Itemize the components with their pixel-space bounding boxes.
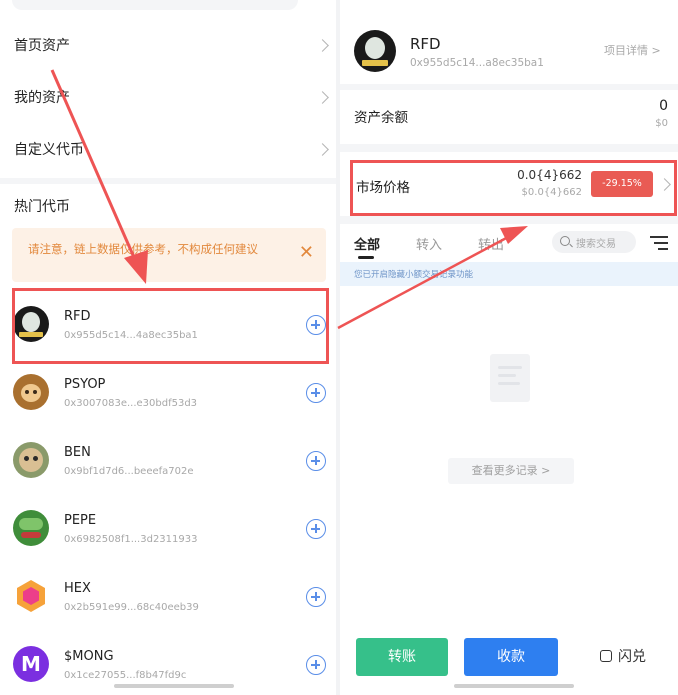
info-bar: 您已开启隐藏小额交易记录功能 xyxy=(340,262,678,286)
search-input[interactable]: 搜索交易 xyxy=(552,231,636,253)
token-address: 0x2b591e99...68c40eeb39 xyxy=(64,602,199,613)
section-divider xyxy=(340,216,678,224)
menu-item-label: 首页资产 xyxy=(14,38,70,54)
token-name: RFD xyxy=(410,35,441,53)
token-row-psyop[interactable]: PSYOP 0x3007083e...e30bdf53d3 xyxy=(0,360,338,426)
top-search-bar-edge xyxy=(12,0,298,10)
section-title: 热门代币 xyxy=(14,199,70,215)
token-name: HEX xyxy=(64,581,91,596)
chevron-right-icon xyxy=(316,143,329,156)
token-name: $MONG xyxy=(64,649,114,664)
menu-item-label: 我的资产 xyxy=(14,90,70,106)
tab-all[interactable]: 全部 xyxy=(354,234,380,253)
token-row-hex[interactable]: HEX 0x2b591e99...68c40eeb39 xyxy=(0,564,338,630)
transfer-button[interactable]: 转账 xyxy=(356,638,448,676)
highlight-box-market-price xyxy=(350,160,677,216)
flash-swap-label: 闪兑 xyxy=(618,649,646,665)
token-avatar: M xyxy=(13,646,49,682)
home-indicator xyxy=(454,684,574,688)
chevron-right-icon xyxy=(316,91,329,104)
add-token-plus-icon[interactable] xyxy=(306,519,326,539)
chevron-right-icon xyxy=(316,39,329,52)
menu-item-custom-token[interactable]: 自定义代币 xyxy=(0,123,338,175)
filter-icon[interactable] xyxy=(650,236,668,250)
right-panel: RFD 0x955d5c14...a8ec35ba1 项目详情 > 资产余额 0… xyxy=(340,0,678,695)
balance-value: 0 xyxy=(659,98,668,114)
token-row-ben[interactable]: BEN 0x9bf1d7d6...beeefa702e xyxy=(0,428,338,494)
section-divider xyxy=(340,144,678,152)
tab-out[interactable]: 转出 xyxy=(478,234,504,253)
close-icon[interactable]: ✕ xyxy=(299,244,314,262)
project-details-link[interactable]: 项目详情 > xyxy=(604,42,661,58)
tab-in[interactable]: 转入 xyxy=(416,234,442,253)
add-token-plus-icon[interactable] xyxy=(306,587,326,607)
highlight-box-token-row xyxy=(12,288,329,364)
search-placeholder: 搜索交易 xyxy=(576,239,616,250)
info-text: 您已开启隐藏小额交易记录功能 xyxy=(354,270,474,280)
token-name: PSYOP xyxy=(64,377,106,392)
notice-text: 请注意，链上数据仅供参考，不构成任何建议 xyxy=(28,242,258,256)
header-edge xyxy=(340,0,678,10)
token-avatar xyxy=(13,442,49,478)
token-name: BEN xyxy=(64,445,91,460)
flash-swap-button[interactable]: 闪兑 xyxy=(576,638,670,676)
menu-item-my-assets[interactable]: 我的资产 xyxy=(0,71,338,123)
token-address: 0x955d5c14...a8ec35ba1 xyxy=(410,57,544,69)
token-address: 0x9bf1d7d6...beeefa702e xyxy=(64,466,194,477)
menu-item-home-assets[interactable]: 首页资产 xyxy=(0,19,338,71)
receive-button[interactable]: 收款 xyxy=(464,638,558,676)
swap-icon xyxy=(600,650,612,662)
view-more-records-button[interactable]: 查看更多记录 > xyxy=(448,458,574,484)
balance-usd: $0 xyxy=(655,118,668,129)
add-token-plus-icon[interactable] xyxy=(306,451,326,471)
token-avatar xyxy=(13,510,49,546)
balance-label: 资产余额 xyxy=(354,110,408,126)
home-indicator xyxy=(114,684,234,688)
menu-item-label: 自定义代币 xyxy=(14,142,84,158)
add-token-plus-icon[interactable] xyxy=(306,383,326,403)
token-name: PEPE xyxy=(64,513,97,528)
token-address: 0x6982508f1...3d2311933 xyxy=(64,534,198,545)
section-divider xyxy=(0,178,338,184)
add-token-plus-icon[interactable] xyxy=(306,655,326,675)
token-address: 0x1ce27055...f8b47fd9c xyxy=(64,670,187,681)
notice-banner: 请注意，链上数据仅供参考，不构成任何建议 ✕ xyxy=(12,228,326,282)
search-icon xyxy=(560,236,570,246)
token-avatar xyxy=(13,578,49,614)
empty-document-icon xyxy=(490,354,530,402)
active-tab-underline xyxy=(358,256,374,259)
token-avatar xyxy=(354,30,396,72)
token-avatar xyxy=(13,374,49,410)
token-address: 0x3007083e...e30bdf53d3 xyxy=(64,398,198,409)
section-divider xyxy=(340,84,678,90)
token-row-pepe[interactable]: PEPE 0x6982508f1...3d2311933 xyxy=(0,496,338,562)
